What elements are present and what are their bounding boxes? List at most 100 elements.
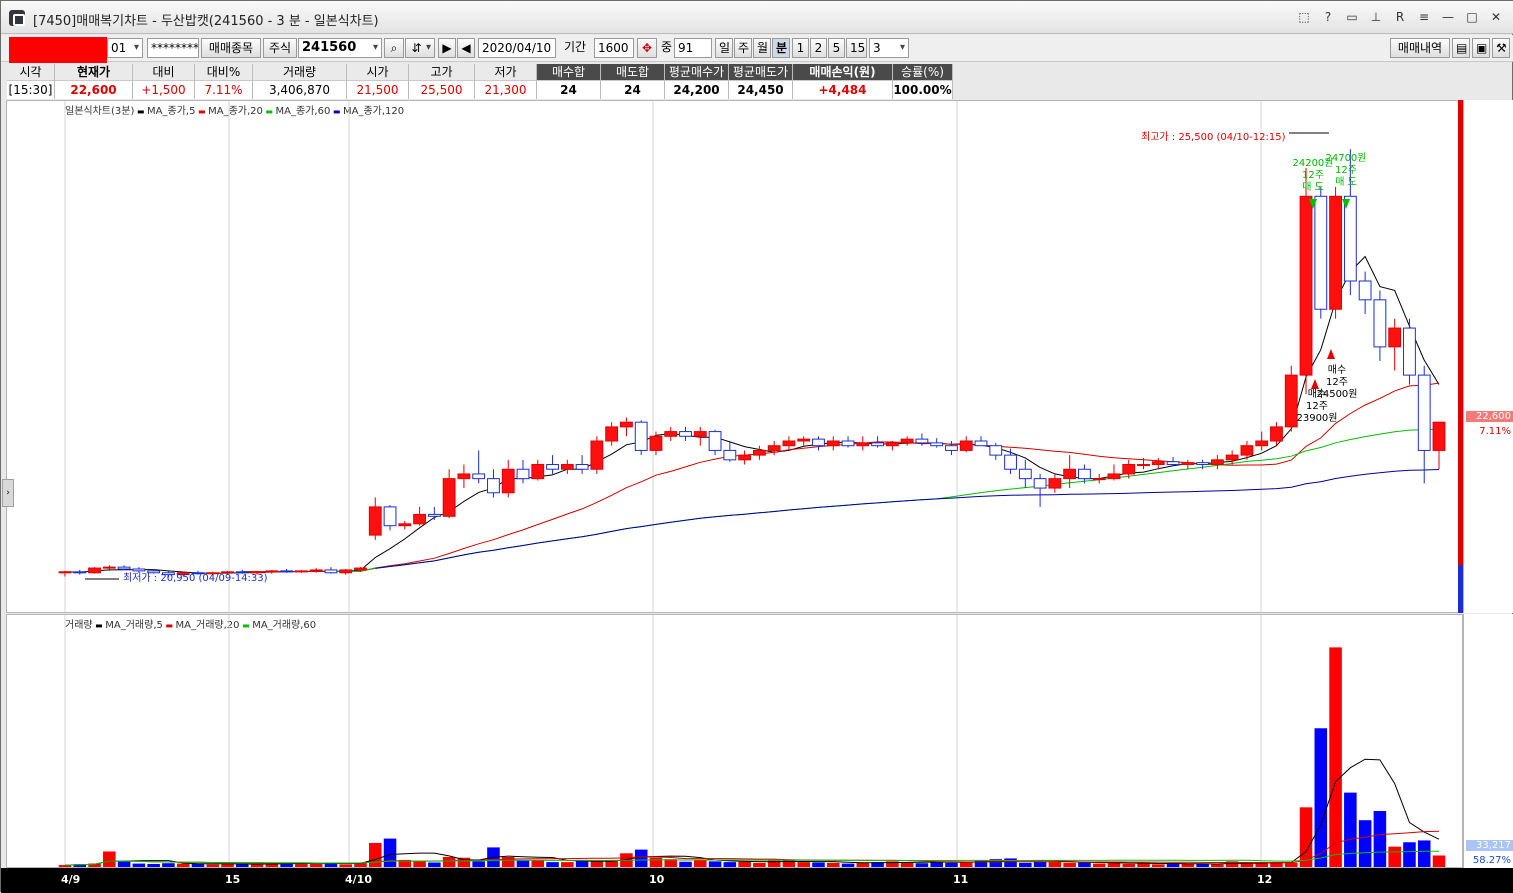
summary-value: 7.11%	[195, 81, 252, 99]
candle-body	[1107, 473, 1121, 480]
candle-body	[767, 445, 781, 451]
window-icon[interactable]: ▭	[1342, 7, 1362, 27]
minute-15-button[interactable]: 15	[846, 38, 867, 58]
time-axis-label: 12	[1257, 873, 1273, 886]
volume-bar	[117, 860, 131, 867]
title-bar[interactable]: [7450]매매복기차트 - 두산밥캣(241560 - 3 분 - 일본식차트…	[1, 1, 1513, 34]
candle-body	[738, 454, 752, 461]
save-icon[interactable]: ▣	[1472, 38, 1490, 58]
summary-col-11: 평균매도가 24,450	[729, 64, 793, 99]
candle-body	[1314, 195, 1328, 310]
summary-col-13: 승률(%) 100.00%	[893, 64, 953, 99]
tab-week[interactable]: 주	[734, 38, 752, 58]
summary-value: 25,500	[409, 81, 474, 99]
tab-day[interactable]: 일	[715, 38, 733, 58]
price-chart: 최고가 : 25,500 (04/10-12:15) 최저가 : 20,950 (…	[58, 101, 1446, 612]
volume-bar	[1329, 647, 1342, 867]
candle-body	[945, 445, 958, 451]
trade-history-button[interactable]: 매매내역	[1390, 38, 1450, 58]
pin-icon[interactable]: ⊥	[1366, 7, 1386, 27]
account-suffix-select[interactable]: 01	[107, 38, 143, 58]
crosshair-icon[interactable]: ✥	[637, 38, 657, 58]
volume-bar	[1004, 858, 1017, 867]
time-axis-label: 10	[649, 873, 665, 886]
candle-body	[1417, 374, 1431, 451]
app-icon	[9, 10, 25, 26]
market-button[interactable]: 주식	[263, 38, 297, 58]
candle-body	[664, 431, 678, 437]
volume-bar	[442, 856, 456, 867]
sort-icon[interactable]: ⇵	[405, 38, 435, 58]
help-icon[interactable]: ?	[1318, 7, 1338, 27]
volume-chart-pane[interactable]: 거래량 ▬ MA_거래량,5 ▬ MA_거래량,20 ▬ MA_거래량,60	[6, 614, 1463, 868]
r-icon[interactable]: R	[1390, 7, 1410, 27]
candle-body	[1092, 478, 1106, 481]
restore-icon[interactable]: ⬚	[1294, 7, 1314, 27]
menu-icon[interactable]: ≡	[1414, 7, 1434, 27]
candle-body	[457, 473, 471, 480]
summary-header: 저가	[475, 64, 536, 81]
candle-body	[354, 567, 367, 571]
summary-col-7: 저가 21,300	[475, 64, 537, 99]
minute-select[interactable]: 3	[869, 38, 909, 58]
volume-tag: 33,217	[1466, 840, 1513, 851]
period-input[interactable]: 1600	[594, 38, 634, 58]
side-expand-handle[interactable]: ›	[2, 479, 14, 507]
volume-bar	[1344, 792, 1357, 867]
candle-body	[1137, 464, 1150, 467]
candle-body	[679, 431, 692, 437]
candle-body	[294, 570, 308, 573]
tab-month[interactable]: 월	[753, 38, 771, 58]
count-label: 중	[661, 40, 673, 54]
folder-icon[interactable]: ▤	[1452, 38, 1470, 58]
volume-bar	[694, 859, 707, 867]
candle-body	[885, 442, 899, 447]
buy-arrow	[1327, 349, 1335, 359]
summary-col-9: 매도합 24	[601, 64, 665, 99]
count-input[interactable]: 91	[674, 38, 712, 58]
volume-bar	[1403, 842, 1416, 867]
price-chart-pane[interactable]: 일본식차트(3분) ▬ MA_종가,5 ▬ MA_종가,20 ▬ MA_종가,6…	[6, 100, 1463, 613]
close-icon[interactable]: ✕	[1486, 7, 1506, 27]
summary-value: 24,450	[729, 81, 792, 99]
trade-items-button[interactable]: 매매종목	[201, 38, 261, 58]
summary-value: 24,200	[665, 81, 728, 99]
wrench-icon[interactable]: ⚒	[1492, 38, 1510, 58]
date-input[interactable]: 2020/04/10	[478, 38, 556, 58]
maximize-icon[interactable]: □	[1462, 7, 1482, 27]
search-icon[interactable]: ⌕	[384, 38, 404, 58]
high-annotation: 최고가 : 25,500 (04/10-12:15)	[1141, 131, 1286, 143]
summary-col-6: 고가 25,500	[409, 64, 475, 99]
price-axis: 22,600 7.11%	[1458, 100, 1513, 613]
candle-body	[442, 478, 456, 517]
minute-1-button[interactable]: 1	[792, 38, 809, 58]
buy-marker-label: 12주	[1306, 401, 1328, 412]
candle-body	[398, 523, 412, 527]
summary-col-1: 현재가 22,600	[55, 64, 133, 99]
time-axis-label: 4/10	[345, 873, 372, 886]
candle-body	[841, 440, 855, 447]
buy-marker-label: 23900원	[1296, 412, 1337, 424]
candle-body	[620, 421, 633, 428]
password-input[interactable]: ********	[147, 38, 199, 58]
volume-bar	[1299, 807, 1313, 867]
price-tag: 22,600	[1466, 411, 1513, 422]
candle-body	[560, 464, 574, 470]
stock-code-input[interactable]: 241560	[298, 38, 382, 58]
candle-body	[324, 569, 338, 574]
back-icon[interactable]: ◀	[457, 38, 475, 58]
candle-body	[309, 569, 323, 572]
summary-value: +4,484	[793, 81, 892, 99]
candle-body	[1151, 461, 1165, 466]
candle-body	[117, 566, 131, 570]
tab-minute[interactable]: 분	[772, 38, 790, 58]
play-icon[interactable]: ▶	[438, 38, 456, 58]
volume-bar	[649, 857, 663, 867]
minute-2-button[interactable]: 2	[810, 38, 827, 58]
candle-body	[959, 440, 973, 451]
candle-body	[1122, 464, 1136, 475]
minimize-icon[interactable]: —	[1438, 7, 1458, 27]
candle-body	[339, 569, 353, 574]
minute-5-button[interactable]: 5	[828, 38, 845, 58]
candle-body	[132, 568, 146, 572]
